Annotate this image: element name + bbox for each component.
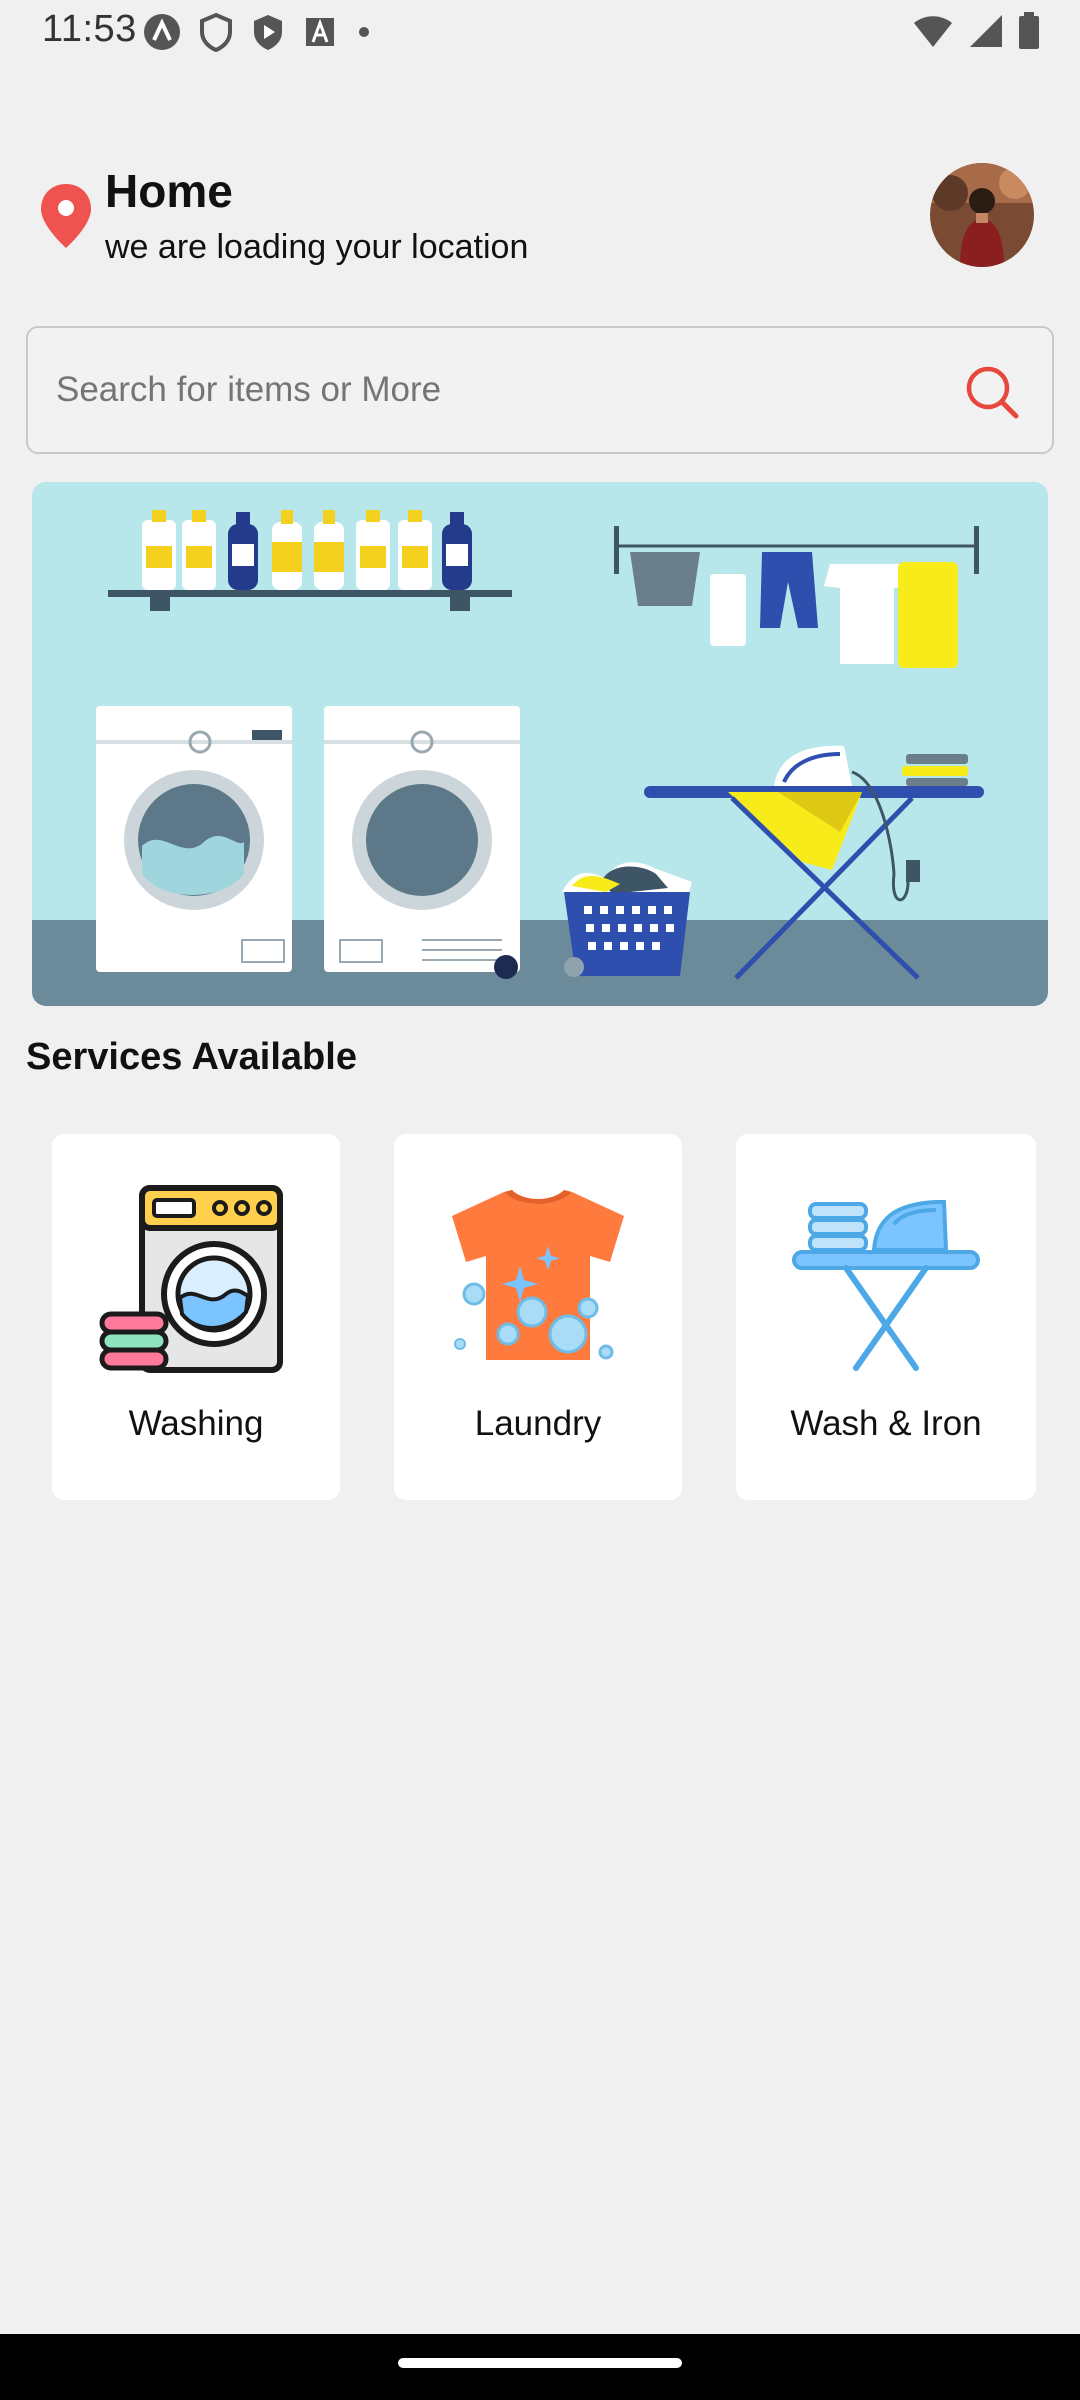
service-label: Laundry bbox=[474, 1404, 602, 1443]
system-nav-bar bbox=[0, 2334, 1080, 2400]
carousel-indicator[interactable] bbox=[492, 952, 632, 982]
services-title: Services Available bbox=[26, 1036, 357, 1078]
promo-banner[interactable] bbox=[32, 482, 1048, 1006]
location-subtitle[interactable]: we are loading your location bbox=[105, 228, 528, 267]
ironing-board-icon bbox=[792, 1200, 980, 1371]
service-label: Washing bbox=[128, 1404, 264, 1443]
carousel-dot-active[interactable] bbox=[494, 955, 518, 979]
status-time: 11:53 bbox=[42, 8, 137, 50]
search-bar[interactable] bbox=[26, 326, 1054, 454]
shield-play-icon bbox=[254, 15, 282, 50]
shield-outline-icon bbox=[200, 12, 232, 52]
wifi-icon bbox=[914, 16, 952, 47]
service-card-laundry[interactable]: Laundry bbox=[394, 1134, 682, 1500]
service-label: Wash & Iron bbox=[790, 1404, 982, 1443]
tshirt-bubbles-icon bbox=[452, 1190, 624, 1360]
service-card-washing[interactable]: Washing bbox=[52, 1134, 340, 1500]
search-icon[interactable] bbox=[964, 364, 1020, 420]
dot-icon bbox=[359, 27, 369, 37]
search-input[interactable] bbox=[56, 370, 916, 410]
home-indicator[interactable] bbox=[398, 2358, 682, 2368]
avatar[interactable] bbox=[930, 163, 1034, 267]
laundry-room-illustration bbox=[32, 482, 1048, 1006]
signal-icon bbox=[970, 15, 1002, 47]
app-icon-a bbox=[144, 14, 180, 50]
font-a-icon bbox=[306, 18, 334, 46]
washing-machine-icon bbox=[99, 1185, 283, 1373]
carousel-dot[interactable] bbox=[564, 957, 584, 977]
service-card-wash-iron[interactable]: Wash & Iron bbox=[736, 1134, 1036, 1500]
status-bar: 11:53 bbox=[0, 0, 1080, 64]
location-title[interactable]: Home bbox=[105, 164, 233, 218]
battery-icon bbox=[1019, 12, 1039, 49]
location-pin-icon[interactable] bbox=[38, 182, 94, 250]
